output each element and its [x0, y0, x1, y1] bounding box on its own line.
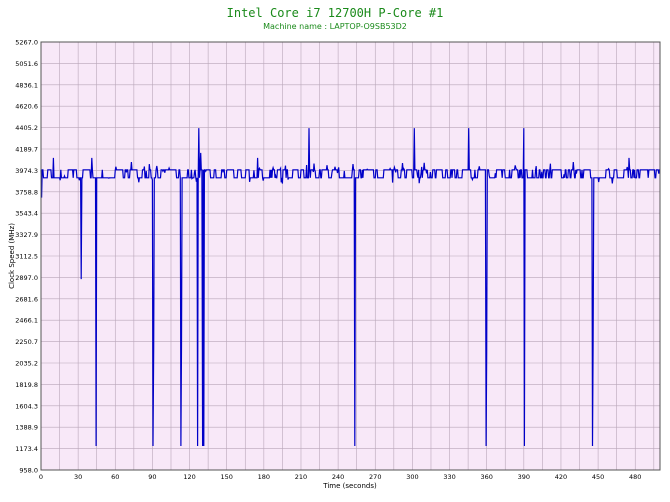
- y-tick-labels: 958.0 1173.4 1388.9 1604.3 1819.8 2035.2 2250.…: [15, 39, 38, 475]
- y-tick-label: 958.0: [19, 467, 38, 475]
- y-tick-label: 3974.3: [15, 167, 38, 175]
- y-tick-label: 2035.2: [15, 360, 38, 368]
- x-tick-label: 270: [369, 473, 381, 481]
- x-tick-label: 480: [629, 473, 641, 481]
- x-tick-label: 330: [443, 473, 455, 481]
- y-tick-label: 4620.6: [15, 103, 38, 111]
- x-tick-label: 60: [111, 473, 119, 481]
- y-tick-label: 4189.7: [15, 146, 38, 154]
- x-tick-label: 450: [592, 473, 604, 481]
- x-tick-label: 150: [220, 473, 232, 481]
- y-tick-label: 3543.4: [15, 210, 38, 218]
- x-tick-label: 300: [406, 473, 418, 481]
- x-tick-label: 30: [74, 473, 82, 481]
- x-tick-label: 420: [555, 473, 567, 481]
- x-tick-label: 210: [295, 473, 307, 481]
- y-tick-label: 2897.0: [15, 274, 38, 282]
- clock-speed-chart: 958.0 1173.4 1388.9 1604.3 1819.8 2035.2 2250.…: [8, 39, 661, 490]
- x-tick-label: 180: [258, 473, 270, 481]
- x-tick-label: 0: [39, 473, 43, 481]
- y-tick-label: 4405.2: [15, 124, 38, 132]
- y-tick-label: 2681.6: [15, 295, 38, 303]
- y-tick-label: 1388.9: [15, 424, 38, 432]
- x-tick-label: 90: [148, 473, 156, 481]
- x-axis-label: Time (seconds): [322, 482, 377, 490]
- x-tick-label: 360: [480, 473, 492, 481]
- x-tick-label: 240: [332, 473, 344, 481]
- y-tick-label: 1604.3: [15, 402, 38, 410]
- x-tick-label: 390: [518, 473, 530, 481]
- x-tick-labels: 0 30 60 90 120 150 180 210 240 270 300 330 360 390 420…: [39, 473, 642, 481]
- y-tick-label: 3327.9: [15, 231, 38, 239]
- y-axis-label: Clock Speed (MHz): [8, 223, 16, 289]
- y-tick-label: 5267.0: [15, 39, 38, 47]
- y-tick-label: 1173.4: [15, 445, 38, 453]
- y-tick-label: 1819.8: [15, 381, 38, 389]
- y-tick-label: 4836.1: [15, 81, 38, 89]
- y-tick-label: 5051.6: [15, 60, 38, 68]
- x-tick-label: 120: [183, 473, 195, 481]
- y-tick-label: 2466.1: [15, 317, 38, 325]
- y-tick-label: 2250.7: [15, 338, 38, 346]
- y-tick-label: 3758.8: [15, 188, 38, 196]
- y-tick-label: 3112.5: [15, 253, 38, 261]
- grid-lines: [40, 41, 660, 471]
